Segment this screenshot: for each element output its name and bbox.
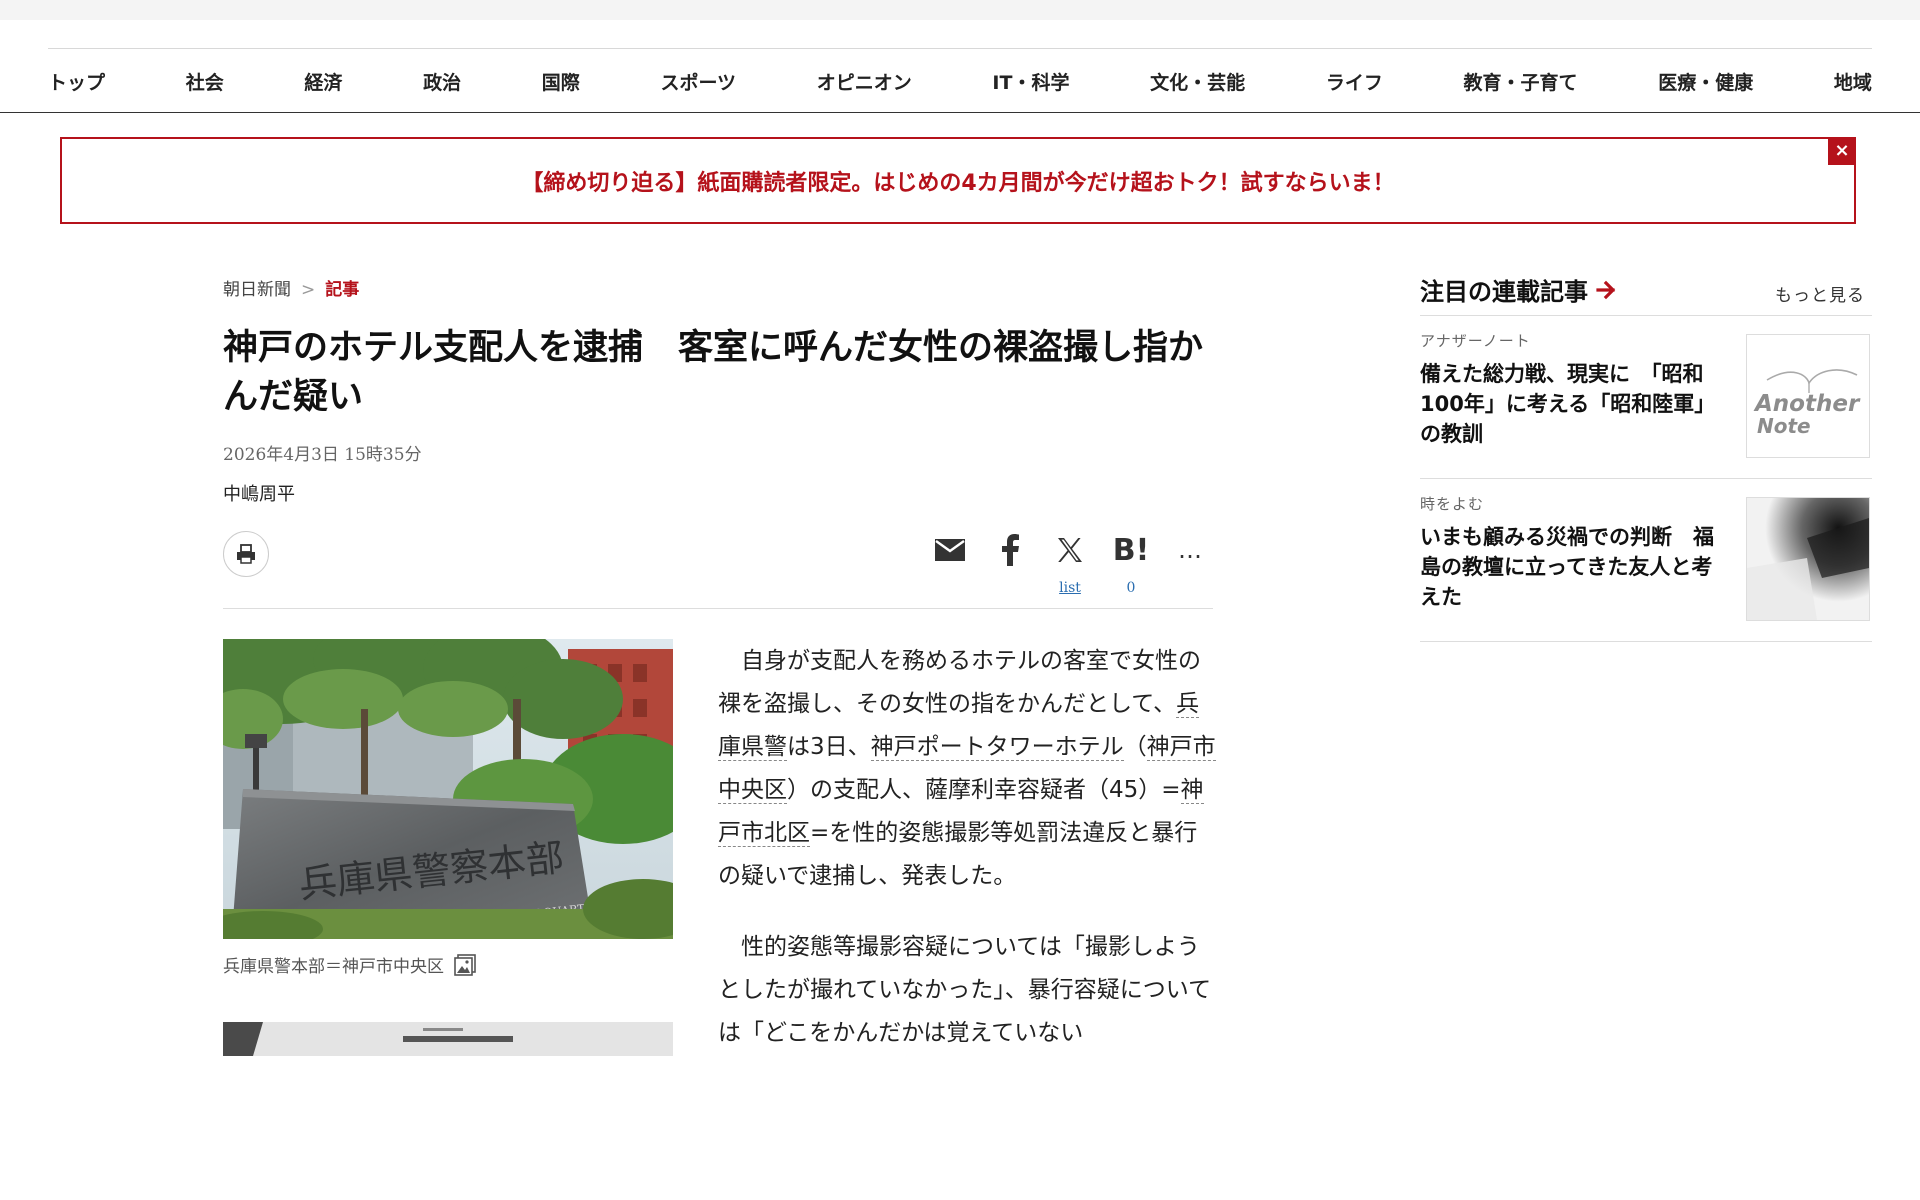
nav-item-economy[interactable]: 経済 — [304, 68, 342, 95]
article-divider — [223, 608, 1213, 609]
police-hq-photo: 兵庫県警察本部 HYOGO PREFECTURAL POLICE HEADQUA… — [223, 639, 673, 939]
nav-item-region[interactable]: 地域 — [1834, 68, 1872, 95]
article-body: 自身が支配人を務めるホテルの客室で女性の裸を盗撮し、その女性の指をかんだとして、… — [718, 640, 1218, 1083]
breadcrumb-current[interactable]: 記事 — [325, 280, 359, 300]
link-kobe-port-tower-hotel[interactable]: 神戸ポートタワーホテル — [870, 734, 1124, 761]
photo-caption: 兵庫県警本部＝神戸市中央区 — [223, 952, 476, 977]
paragraph-text: は3日、 — [787, 734, 871, 760]
sidebar-heading-text: 注目の連載記事 — [1420, 278, 1588, 306]
sidebar-heading[interactable]: 注目の連載記事 — [1420, 272, 1618, 307]
promo-close-button[interactable]: × — [1828, 137, 1856, 165]
nav-item-life[interactable]: ライフ — [1326, 68, 1383, 95]
article-headline: 神戸のホテル支配人を逮捕 客室に呼んだ女性の裸盗撮し指かんだ疑い — [223, 328, 1204, 417]
nav-item-top[interactable]: トップ — [48, 68, 105, 95]
sidebar-divider — [1420, 641, 1872, 642]
breadcrumb-home[interactable]: 朝日新聞 — [223, 280, 291, 300]
paragraph-text: （ — [1123, 734, 1147, 760]
paragraph-text: ）の支配人、薩摩利幸容疑者（45）= — [787, 777, 1181, 803]
toki-wo-yomu-photo — [1747, 498, 1869, 620]
print-button[interactable] — [223, 531, 269, 577]
article-paragraph-1: 自身が支配人を務めるホテルの客室で女性の裸を盗撮し、その女性の指をかんだとして、… — [718, 640, 1218, 898]
sidebar-item-title: いまも顧みる災禍での判断 福島の教壇に立ってきた友人と考えた — [1420, 525, 1714, 609]
sidebar-item-toki-wo-yomu[interactable]: 時をよむ いまも顧みる災禍での判断 福島の教壇に立ってきた友人と考えた — [1420, 493, 1872, 643]
svg-text:Note: Note — [1757, 414, 1811, 438]
nav-item-culture[interactable]: 文化・芸能 — [1150, 68, 1245, 95]
nav-item-health[interactable]: 医療・健康 — [1658, 68, 1753, 95]
facebook-icon — [1002, 534, 1019, 566]
share-more-button[interactable]: … — [1170, 530, 1210, 570]
breadcrumb-separator: > — [301, 280, 316, 300]
top-strip — [0, 0, 1920, 20]
article-paragraph-2: 性的姿態等撮影容疑については「撮影しようとしたが撮れていなかった」、暴行容疑につ… — [718, 934, 1212, 1046]
paragraph-text: 自身が支配人を務めるホテルの客室で女性の裸を盗撮し、その女性の指をかんだとして、 — [718, 648, 1201, 717]
share-hatena-button[interactable]: B! — [1108, 530, 1154, 570]
nav-divider — [0, 112, 1920, 113]
promo-banner[interactable]: 【締め切り迫る】紙面購読者限定。はじめの4カ月間が今だけ超おトク！試すならいま！… — [60, 137, 1856, 224]
nav-item-opinion[interactable]: オピニオン — [817, 68, 912, 95]
nav-item-society[interactable]: 社会 — [186, 68, 224, 95]
share-x-button[interactable] — [1050, 530, 1090, 570]
another-note-logo: Another Note — [1753, 369, 1861, 438]
article-date: 2026年4月3日 15時35分 — [223, 445, 422, 465]
sidebar-divider — [1420, 315, 1872, 316]
share-facebook-button[interactable] — [990, 530, 1030, 570]
sidebar-item-another-note[interactable]: アナザーノート 備えた総力戦、現実に 「昭和100年」に考える「昭和陸軍」の教訓… — [1420, 330, 1872, 480]
nav-item-it-science[interactable]: IT・科学 — [992, 68, 1069, 95]
sidebar-item-thumbnail: Another Note — [1746, 334, 1870, 458]
article-author[interactable]: 中嶋周平 — [223, 480, 295, 506]
body-cutoff — [700, 1055, 1240, 1200]
share-mail-button[interactable] — [930, 530, 970, 570]
document-photo — [223, 1022, 673, 1056]
hatena-count: 0 — [1126, 580, 1136, 596]
nav-item-education[interactable]: 教育・子育て — [1464, 68, 1578, 95]
article-photo-secondary[interactable] — [223, 1022, 673, 1056]
sidebar-more-link[interactable]: もっと見る — [1775, 281, 1865, 306]
photo-caption-text: 兵庫県警本部＝神戸市中央区 — [223, 957, 444, 977]
x-icon — [1058, 538, 1082, 562]
arrow-right-icon — [1596, 280, 1616, 299]
nav-item-politics[interactable]: 政治 — [423, 68, 461, 95]
sidebar-item-title: 備えた総力戦、現実に 「昭和100年」に考える「昭和陸軍」の教訓 — [1420, 362, 1716, 446]
share-x-list-link[interactable]: list — [1050, 580, 1090, 596]
breadcrumb: 朝日新聞 > 記事 — [223, 275, 359, 300]
sidebar-item-thumbnail — [1746, 497, 1870, 621]
nav-item-sports[interactable]: スポーツ — [660, 68, 736, 95]
main-nav: トップ 社会 経済 政治 国際 スポーツ オピニオン IT・科学 文化・芸能 ラ… — [48, 48, 1872, 113]
nav-item-international[interactable]: 国際 — [542, 68, 580, 95]
printer-icon — [237, 544, 255, 564]
gallery-icon[interactable] — [454, 953, 476, 976]
mail-icon — [935, 539, 965, 561]
sidebar-divider — [1420, 478, 1872, 479]
article-photo[interactable]: 兵庫県警察本部 HYOGO PREFECTURAL POLICE HEADQUA… — [223, 639, 673, 939]
promo-text: 【締め切り迫る】紙面購読者限定。はじめの4カ月間が今だけ超おトク！試すならいま！ — [521, 170, 1395, 196]
